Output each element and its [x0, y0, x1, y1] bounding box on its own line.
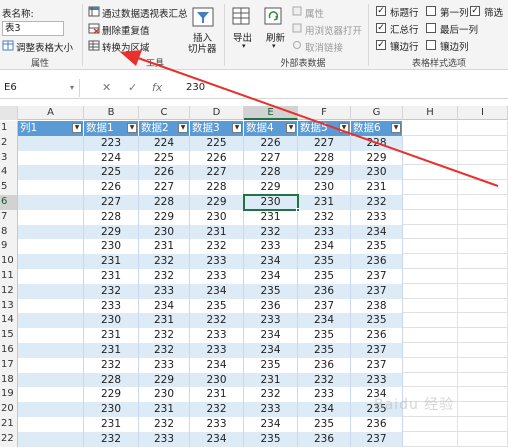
annotation-arrow [120, 50, 499, 187]
baidu-watermark: Baidu 经验 [374, 397, 455, 413]
